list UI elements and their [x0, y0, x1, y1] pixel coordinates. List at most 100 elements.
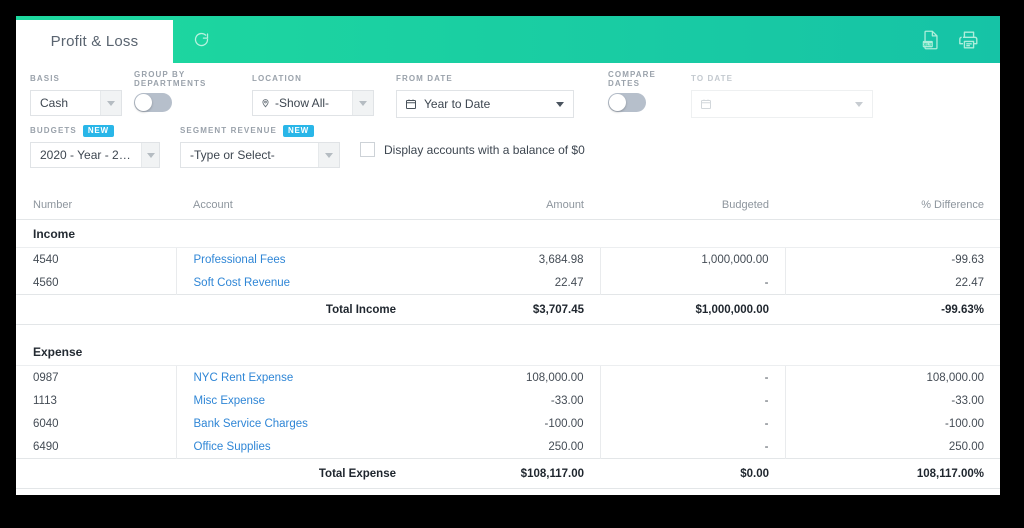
app-header: Profit & Loss XLS	[16, 16, 1000, 63]
account-link[interactable]: Office Supplies	[194, 441, 271, 453]
section-header-expense: Expense	[16, 338, 1000, 366]
filter-from-date: FROM DATE Year to Date	[396, 73, 592, 118]
section-spacer	[16, 324, 1000, 338]
cell-account: Soft Cost Revenue	[175, 271, 412, 295]
cell-number: 0987	[33, 371, 59, 384]
calendar-icon	[397, 98, 417, 110]
column-header-budgeted[interactable]: Budgeted	[600, 190, 785, 220]
total-difference: -99.63%	[785, 294, 1000, 325]
table-row[interactable]: 0987 NYC Rent Expense 108,000.00 - 108,0…	[16, 365, 1000, 389]
compare-dates-toggle[interactable]	[608, 93, 646, 112]
tab-strip: Profit & Loss	[16, 16, 173, 63]
tab-profit-and-loss[interactable]: Profit & Loss	[16, 20, 173, 63]
column-header-difference[interactable]: % Difference	[785, 190, 1000, 220]
total-label: Total Expense	[176, 458, 412, 489]
cell-number: 6040	[33, 417, 59, 430]
cell-budgeted: -	[599, 435, 785, 459]
cell-number: 4560	[33, 276, 59, 289]
total-amount: $3,707.45	[412, 294, 600, 325]
section-title: Income	[16, 219, 1000, 248]
location-value: -Show All-	[275, 96, 330, 110]
grand-total-label: Profit (Loss)	[176, 488, 412, 495]
grand-total-amount: $-104,409.55	[412, 488, 600, 495]
account-link[interactable]: Misc Expense	[194, 395, 266, 407]
filter-segment-revenue: SEGMENT REVENUE NEW -Type or Select-	[180, 124, 360, 168]
cell-budgeted: -	[599, 271, 785, 295]
cell-account: Bank Service Charges	[175, 412, 412, 435]
from-date-label: FROM DATE	[396, 74, 453, 83]
cell-amount: 3,684.98	[538, 253, 584, 266]
svg-text:XLS: XLS	[923, 41, 932, 46]
toggle-knob	[135, 94, 152, 111]
cell-difference: 108,000.00	[784, 365, 1000, 389]
section-header-income: Income	[16, 219, 1000, 248]
basis-value: Cash	[40, 96, 69, 110]
location-label: LOCATION	[252, 74, 302, 83]
tab-label: Profit & Loss	[50, 33, 139, 50]
basis-select[interactable]: Cash	[30, 90, 122, 116]
budgets-value: 2020 - Year - 2020 ...	[40, 148, 142, 162]
segment-revenue-value: -Type or Select-	[190, 148, 275, 162]
to-date-select[interactable]	[691, 90, 873, 118]
display-zero-balance-checkbox[interactable]	[360, 142, 375, 157]
account-link[interactable]: NYC Rent Expense	[194, 372, 294, 384]
cell-account: Misc Expense	[175, 389, 412, 412]
account-link[interactable]: Professional Fees	[194, 254, 286, 266]
to-date-label: TO DATE	[691, 74, 734, 83]
grand-total-row: Profit (Loss) $-104,409.55 $1,000,000.00…	[16, 488, 1000, 495]
account-link[interactable]: Soft Cost Revenue	[194, 277, 291, 289]
location-pin-icon	[253, 97, 270, 109]
table-row[interactable]: 4560 Soft Cost Revenue 22.47 - 22.47	[16, 271, 1000, 295]
filter-basis: BASIS Cash	[30, 73, 134, 116]
filter-location: LOCATION -Show All-	[252, 73, 380, 116]
total-row-expense: Total Expense $108,117.00 $0.00 108,117.…	[16, 458, 1000, 489]
table-header: Number Account Amount Budgeted % Differe…	[16, 190, 1000, 220]
segment-revenue-select[interactable]: -Type or Select-	[180, 142, 340, 168]
filter-to-date: TO DATE	[691, 73, 887, 118]
chevron-down-icon	[352, 91, 373, 115]
cell-account: Professional Fees	[175, 247, 412, 271]
cell-amount: 250.00	[548, 440, 584, 453]
total-amount: $108,117.00	[412, 458, 600, 489]
header-actions: XLS	[920, 16, 1000, 63]
table-row[interactable]: 6040 Bank Service Charges -100.00 - -100…	[16, 412, 1000, 435]
budgets-label: BUDGETS	[30, 126, 77, 135]
cell-number: 4540	[33, 253, 59, 266]
group-by-departments-toggle[interactable]	[134, 93, 172, 112]
cell-difference: 250.00	[784, 435, 1000, 459]
account-link[interactable]: Bank Service Charges	[194, 418, 308, 430]
table-row[interactable]: 1113 Misc Expense -33.00 - -33.00	[16, 389, 1000, 412]
cell-amount: -33.00	[550, 394, 584, 407]
budgets-select[interactable]: 2020 - Year - 2020 ...	[30, 142, 160, 168]
section-title: Expense	[16, 338, 1000, 366]
filter-group-by-departments: GROUP BY DEPARTMENTS	[134, 69, 252, 112]
location-select[interactable]: -Show All-	[252, 90, 374, 116]
filter-bar: BASIS Cash GROUP BY DEPARTMENTS LOCATION	[16, 63, 1000, 176]
print-icon[interactable]	[958, 29, 980, 51]
budgets-label-wrap: BUDGETS NEW	[30, 124, 180, 137]
column-header-account[interactable]: Account	[176, 190, 412, 220]
column-header-amount[interactable]: Amount	[412, 190, 600, 220]
chevron-down-icon	[846, 91, 872, 117]
total-budgeted: $0.00	[600, 458, 785, 489]
table-body: Income 4540 Professional Fees 3,684.98 1…	[16, 219, 1000, 495]
cell-difference: -100.00	[784, 412, 1000, 435]
xls-export-icon[interactable]: XLS	[920, 29, 942, 51]
total-row-income: Total Income $3,707.45 $1,000,000.00 -99…	[16, 294, 1000, 325]
table-row[interactable]: 4540 Professional Fees 3,684.98 1,000,00…	[16, 247, 1000, 271]
report-window: Profit & Loss XLS BASIS Cash GROUP BY DE…	[16, 16, 1000, 495]
refresh-button[interactable]	[173, 16, 229, 63]
cell-budgeted: -	[599, 389, 785, 412]
table-row[interactable]: 6490 Office Supplies 250.00 - 250.00	[16, 435, 1000, 459]
profit-loss-table: Number Account Amount Budgeted % Differe…	[16, 190, 1000, 495]
filter-compare-dates: COMPARE DATES	[608, 70, 691, 112]
group-by-departments-label: GROUP BY DEPARTMENTS	[134, 69, 207, 88]
chevron-down-icon	[547, 91, 573, 117]
segment-revenue-label: SEGMENT REVENUE	[180, 126, 277, 135]
cell-difference: 22.47	[784, 271, 1000, 295]
refresh-icon	[193, 31, 210, 48]
filter-budgets: BUDGETS NEW 2020 - Year - 2020 ...	[30, 124, 180, 168]
column-header-number[interactable]: Number	[16, 190, 176, 220]
header-spacer	[229, 16, 920, 63]
from-date-select[interactable]: Year to Date	[396, 90, 574, 118]
